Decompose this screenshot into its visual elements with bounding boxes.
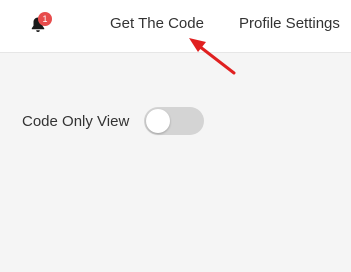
notifications-button[interactable]: 1	[30, 12, 52, 34]
nav-profile-settings[interactable]: Profile Settings	[239, 15, 340, 32]
notification-count-badge: 1	[38, 12, 52, 26]
code-only-view-label: Code Only View	[22, 113, 130, 130]
top-navigation-bar: 1 Get The Code Profile Settings	[0, 0, 351, 53]
toggle-knob	[146, 109, 170, 133]
page: 1 Get The Code Profile Settings Code Onl…	[0, 0, 351, 272]
code-only-view-toggle[interactable]	[144, 107, 204, 135]
code-only-view-setting: Code Only View	[22, 107, 222, 135]
nav-get-the-code[interactable]: Get The Code	[110, 15, 204, 32]
